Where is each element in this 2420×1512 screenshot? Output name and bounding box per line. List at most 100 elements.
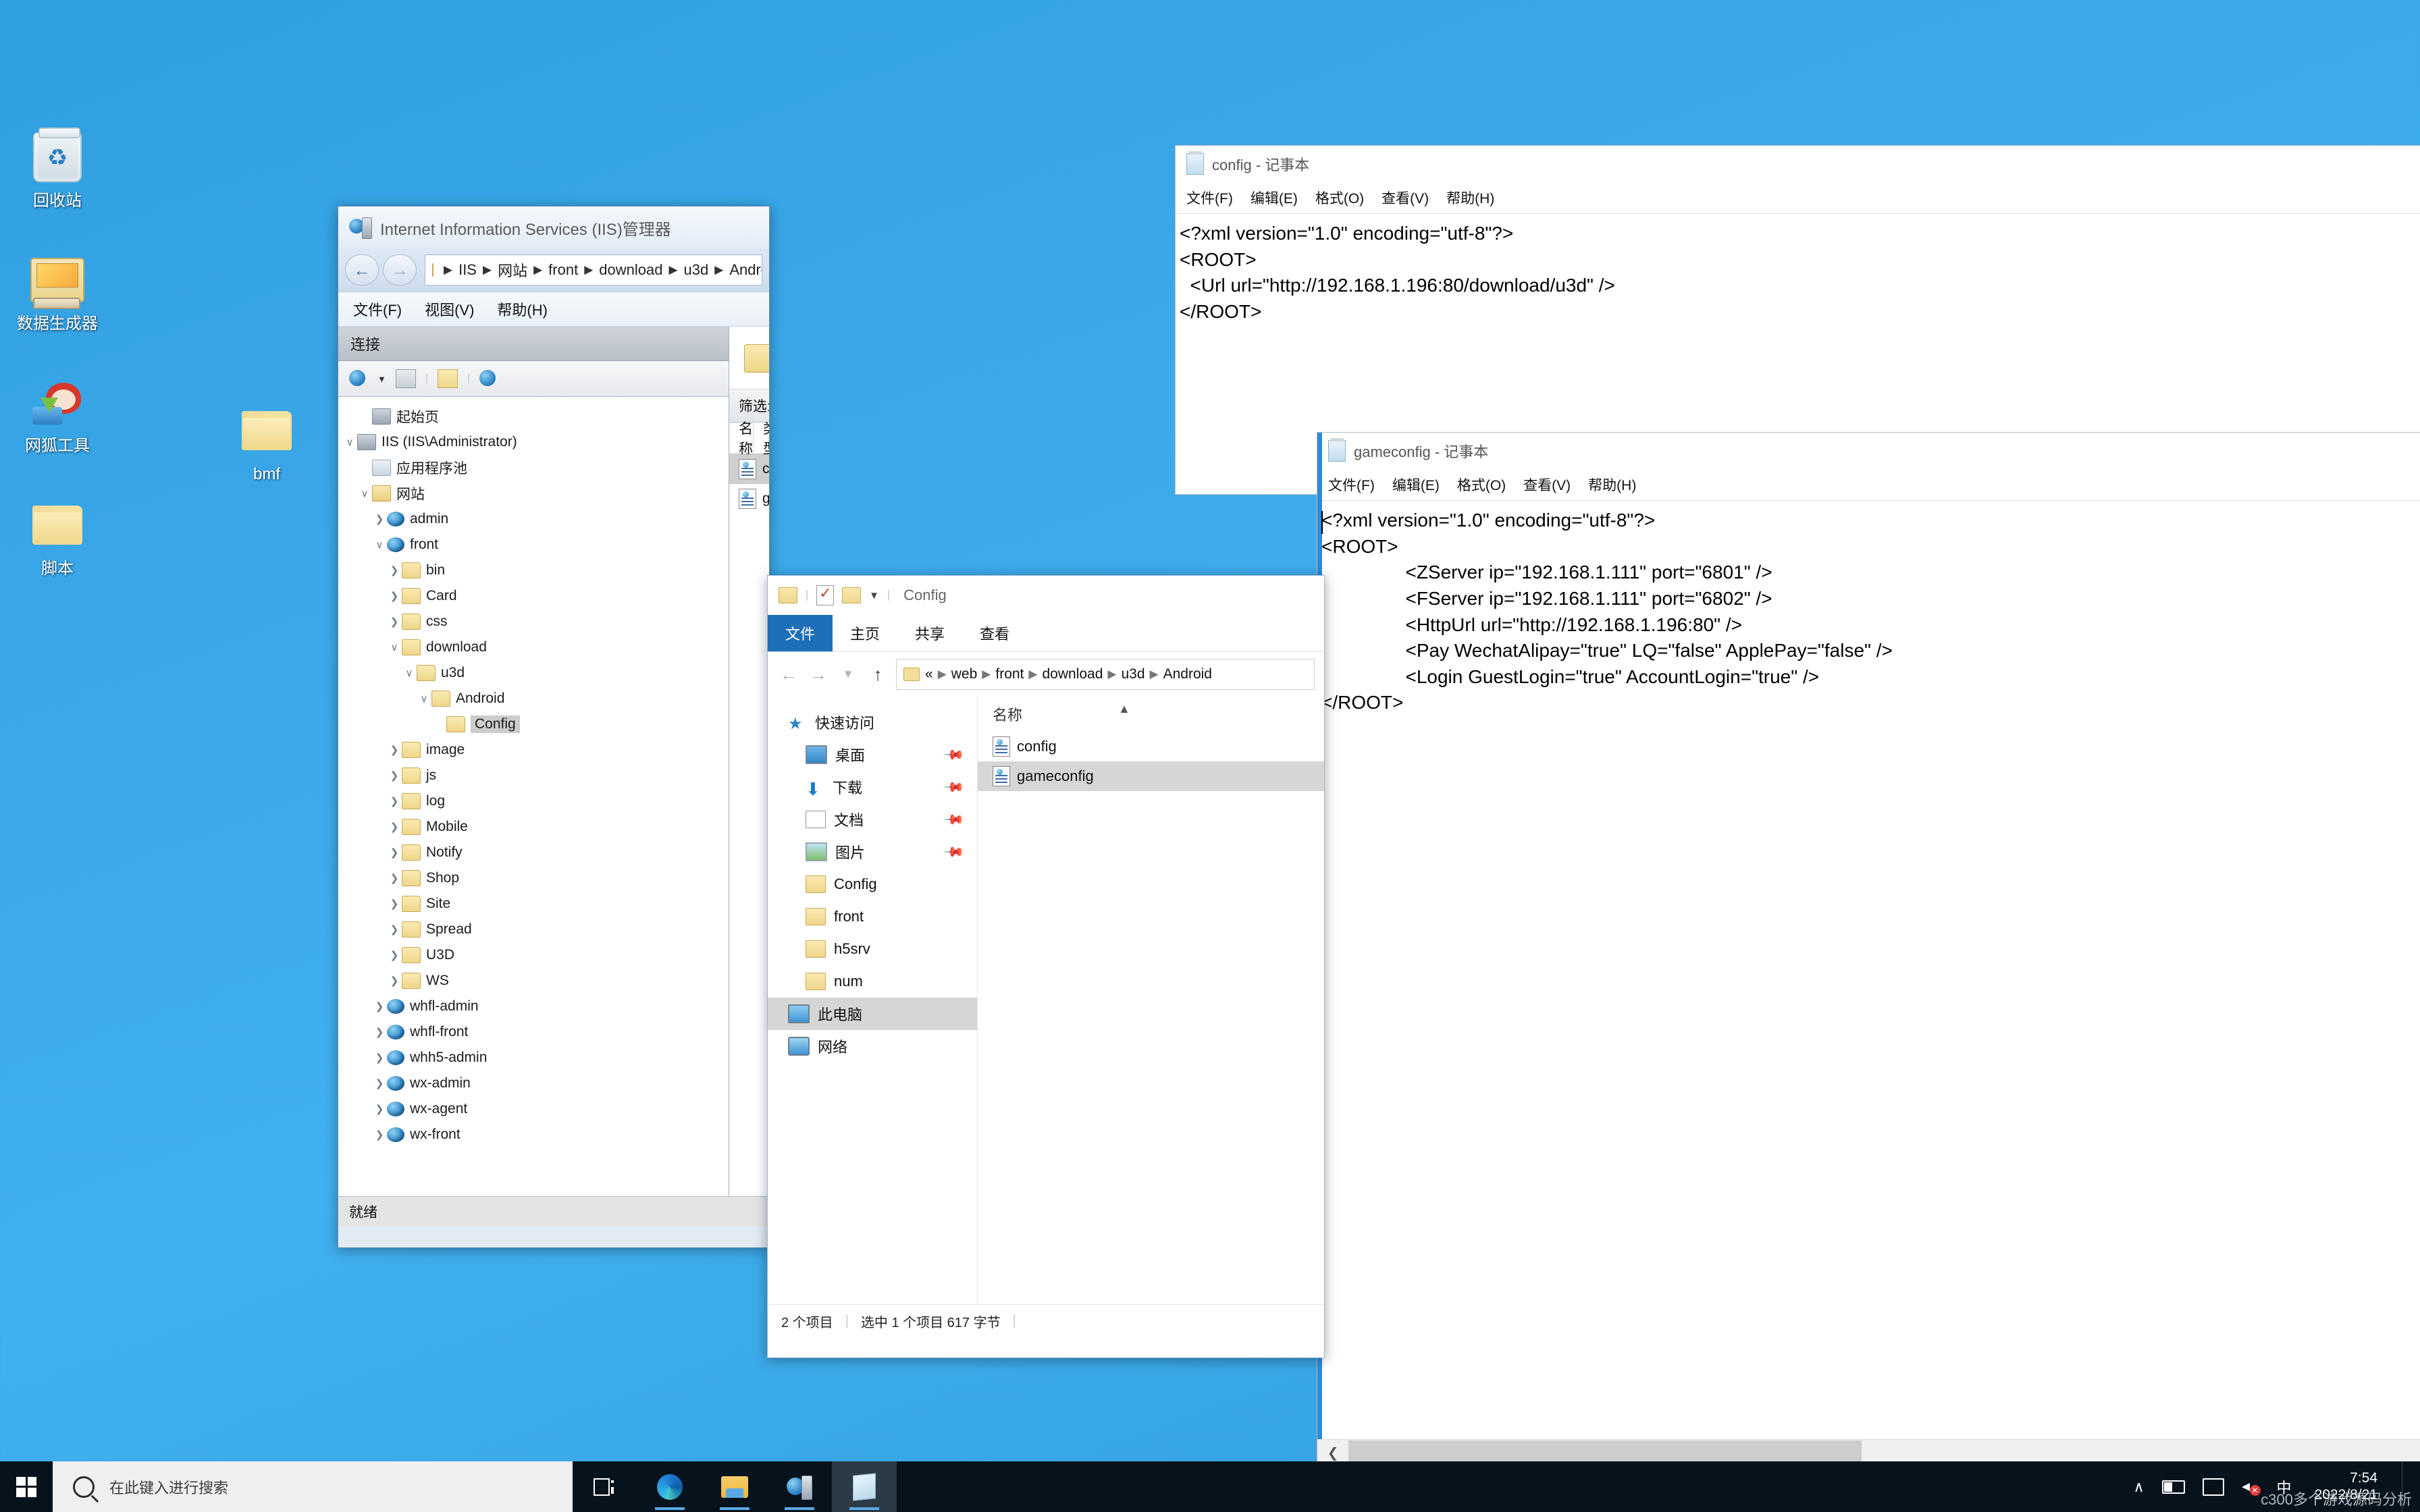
pin-icon[interactable]: 📌 (942, 807, 966, 831)
nav-item-network[interactable]: 网络 (768, 1030, 977, 1062)
nav-item-downloads[interactable]: ⬇ 下载 📌 (768, 771, 977, 803)
breadcrumb[interactable]: ▶IIS ▶网站 ▶front ▶download ▶u3d ▶Android … (425, 254, 762, 286)
iis-tree-item[interactable]: ❯ whfl-front (342, 1019, 729, 1045)
menu-format[interactable]: 格式(O) (1457, 475, 1506, 495)
volume-muted-icon[interactable]: ✕ (2241, 1480, 2261, 1496)
menu-view[interactable]: 查看(V) (1523, 475, 1571, 495)
chevron-right-icon[interactable]: ❯ (372, 1129, 387, 1141)
menu-edit[interactable]: 编辑(E) (1392, 475, 1440, 495)
breadcrumb-item-u3d[interactable]: u3d (684, 261, 709, 279)
forward-button[interactable]: → (807, 664, 830, 685)
chevron-right-icon[interactable]: ❯ (387, 923, 402, 936)
menu-file[interactable]: 文件(F) (1186, 188, 1233, 208)
tab-file[interactable]: 文件 (768, 615, 833, 651)
iis-tree-item[interactable]: ❯ wx-agent (342, 1096, 729, 1122)
nav-item-folder[interactable]: Config (768, 868, 977, 900)
menu-help[interactable]: 帮助(H) (1588, 475, 1636, 495)
iis-tree-item[interactable]: ❯ WS (342, 968, 729, 994)
iis-tree-item[interactable]: ❯ wx-admin (342, 1071, 729, 1096)
iis-tree-item[interactable]: ∨ Android (342, 686, 729, 711)
iis-tree-item[interactable]: ❯ whfl-admin (342, 994, 729, 1019)
breadcrumb-item-sites[interactable]: 网站 (498, 259, 527, 281)
iis-tree-item[interactable]: ❯ Mobile (342, 814, 729, 840)
column-header-name[interactable]: 名称 (729, 418, 754, 458)
chevron-down-icon[interactable]: ∨ (417, 693, 431, 705)
iis-tree-item[interactable]: ❯ js (342, 763, 729, 788)
file-list-pane[interactable]: 名称 ▲ config gameconfig (978, 697, 1324, 1304)
forward-button[interactable]: → (383, 254, 417, 286)
nav-item-desktop[interactable]: 桌面 📌 (768, 738, 977, 771)
iis-file-list[interactable]: config.xmlXML 文档gameconfig.xmlXML 文档 (729, 454, 769, 514)
nav-item-this-pc[interactable]: 此电脑 (768, 998, 977, 1030)
nav-item-star[interactable]: ★ 快速访问 (768, 706, 977, 738)
chevron-right-icon[interactable]: ❯ (387, 616, 402, 628)
disconnect-icon[interactable] (479, 370, 498, 387)
chevron-right-icon[interactable]: ❯ (372, 1052, 387, 1064)
network-icon[interactable] (2202, 1478, 2224, 1496)
iis-tree-item[interactable]: ❯ whh5-admin (342, 1045, 729, 1071)
folder-icon[interactable] (779, 587, 797, 603)
iis-tree-item[interactable]: ❯ log (342, 788, 729, 814)
notepad-text-area[interactable]: <?xml version="1.0" encoding="utf-8"?> <… (1317, 501, 2420, 716)
chevron-down-icon[interactable]: ∨ (372, 539, 387, 551)
iis-tree-item[interactable]: ❯ bin (342, 558, 729, 583)
iis-tree-item[interactable]: ❯ Notify (342, 840, 729, 865)
chevron-right-icon[interactable]: ❯ (387, 821, 402, 833)
pin-icon[interactable]: 📌 (942, 775, 966, 799)
iis-tree-item[interactable]: ∨ download (342, 634, 729, 660)
notepad-title-bar[interactable]: config - 记事本 (1176, 146, 2420, 182)
breadcrumb-item-android[interactable]: Android (729, 261, 762, 279)
chevron-right-icon[interactable]: ❯ (387, 564, 402, 576)
up-button[interactable]: ↑ (866, 664, 889, 685)
chevron-right-icon[interactable]: ❯ (372, 1103, 387, 1115)
iis-tree-item[interactable]: 应用程序池 (342, 455, 729, 481)
iis-tree-item[interactable]: ∨ u3d (342, 660, 729, 686)
chevron-right-icon[interactable]: ❯ (387, 744, 402, 756)
iis-tree-item[interactable]: ❯ admin (342, 506, 729, 532)
search-box[interactable]: 在此键入进行搜索 (53, 1461, 573, 1512)
pin-icon[interactable]: 📌 (942, 742, 966, 766)
save-icon[interactable] (395, 369, 416, 388)
chevron-right-icon[interactable]: ❯ (387, 590, 402, 602)
iis-title-bar[interactable]: Internet Information Services (IIS)管理器 (338, 207, 769, 248)
tab-share[interactable]: 共享 (897, 615, 962, 651)
column-header-type[interactable]: 类型 (754, 418, 769, 458)
iis-tree-item[interactable]: ❯ image (342, 737, 729, 763)
desktop-icon-recycle-bin[interactable]: 回收站 (7, 128, 108, 211)
nav-item-folder[interactable]: num (768, 965, 977, 998)
menu-file[interactable]: 文件(F) (1328, 475, 1375, 495)
chevron-right-icon[interactable]: ❯ (372, 1026, 387, 1038)
desktop-icon-bmf-folder[interactable]: bmf (216, 402, 317, 484)
menu-file[interactable]: 文件(F) (353, 298, 402, 320)
chevron-right-icon[interactable]: ❯ (387, 795, 402, 807)
iis-tree-item[interactable]: ∨ front (342, 532, 729, 558)
desktop-icon-wanghu-tool[interactable]: 网狐工具 (7, 373, 108, 456)
nav-item-pictures[interactable]: 图片 📌 (768, 836, 977, 868)
taskbar-button-file-explorer[interactable] (702, 1461, 767, 1512)
chevron-right-icon[interactable]: ❯ (387, 770, 402, 782)
iis-connections-tree[interactable]: 起始页 ∨ IIS (IIS\Administrator) 应用程序池 ∨ 网站 ❯ admi… (338, 397, 729, 1196)
iis-tree-item[interactable]: ❯ Site (342, 891, 729, 917)
iis-tree-item[interactable]: ❯ Card (342, 583, 729, 609)
task-view-button[interactable] (573, 1461, 637, 1512)
notepad-text-area[interactable]: <?xml version="1.0" encoding="utf-8"?> <… (1176, 214, 2420, 325)
iis-tree-item[interactable]: ∨ 网站 (342, 481, 729, 506)
chevron-right-icon[interactable]: ❯ (387, 975, 402, 987)
list-item[interactable]: config (978, 732, 1324, 761)
chevron-right-icon[interactable]: ❯ (372, 1077, 387, 1089)
iis-tree-item[interactable]: ∨ IIS (IIS\Administrator) (342, 429, 729, 455)
start-button[interactable] (0, 1461, 53, 1512)
chevron-right-icon[interactable]: ❯ (372, 513, 387, 525)
back-button[interactable]: ← (777, 664, 800, 685)
menu-help[interactable]: 帮助(H) (1446, 188, 1494, 208)
chevron-right-icon[interactable]: ❯ (387, 898, 402, 910)
chevron-right-icon[interactable]: ❯ (387, 846, 402, 859)
chevron-down-icon[interactable]: ▼ (869, 590, 879, 601)
new-folder-icon[interactable] (842, 587, 862, 603)
menu-edit[interactable]: 编辑(E) (1251, 188, 1298, 208)
navigation-pane[interactable]: ★ 快速访问 桌面 📌 ⬇ 下载 📌 文档 📌 图片 📌 Config front h5srv num 此电脑… (768, 697, 978, 1304)
table-row[interactable]: gameconfig.xmlXML 文档 (729, 484, 769, 514)
taskbar-button-iis-manager[interactable] (767, 1461, 832, 1512)
chevron-right-icon[interactable]: ❯ (387, 949, 402, 961)
taskbar-button-notepad[interactable] (832, 1461, 897, 1512)
